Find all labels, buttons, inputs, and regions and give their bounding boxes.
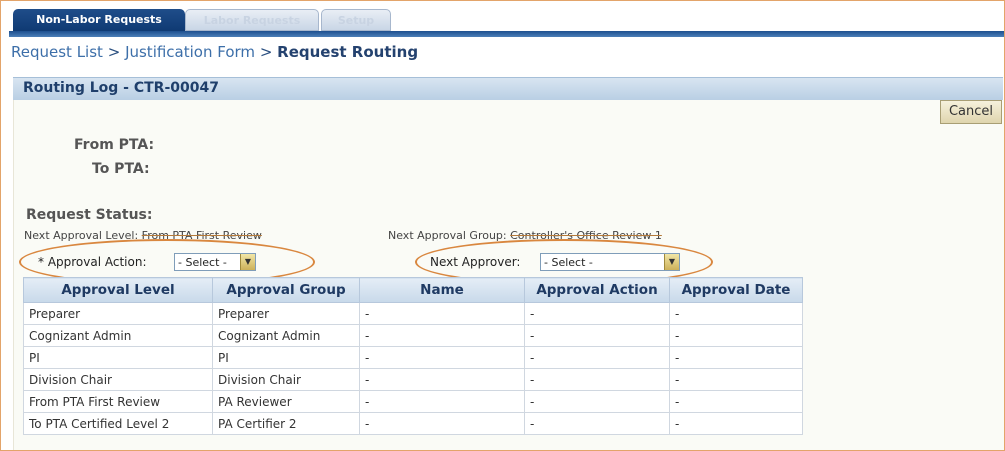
table-row: From PTA First Review PA Reviewer - - - bbox=[23, 390, 803, 413]
to-pta-label: To PTA: bbox=[92, 161, 150, 177]
cell-approval-group: PI bbox=[212, 346, 360, 369]
tab-labor-requests[interactable]: Labor Requests bbox=[185, 9, 319, 31]
breadcrumb: Request List > Justification Form > Requ… bbox=[11, 43, 418, 61]
cell-approval-level: PI bbox=[23, 346, 213, 369]
request-status-label: Request Status: bbox=[26, 207, 153, 223]
from-pta-label: From PTA: bbox=[74, 137, 155, 153]
next-approval-group-label: Next Approval Group: bbox=[388, 229, 507, 242]
cell-approval-level: Division Chair bbox=[23, 368, 213, 391]
cell-name: - bbox=[359, 412, 525, 435]
breadcrumb-separator: > bbox=[107, 43, 121, 61]
cell-approval-action: - bbox=[524, 368, 670, 391]
cell-name: - bbox=[359, 302, 525, 325]
cell-approval-date: - bbox=[669, 324, 803, 347]
breadcrumb-current: Request Routing bbox=[277, 43, 419, 61]
cell-approval-group: Division Chair bbox=[212, 368, 360, 391]
cell-approval-group: Preparer bbox=[212, 302, 360, 325]
breadcrumb-request-list[interactable]: Request List bbox=[11, 43, 103, 61]
col-approval-group: Approval Group bbox=[212, 277, 360, 303]
cell-approval-action: - bbox=[524, 412, 670, 435]
cell-approval-date: - bbox=[669, 346, 803, 369]
table-header-row: Approval Level Approval Group Name Appro… bbox=[23, 277, 803, 303]
cell-approval-level: Cognizant Admin bbox=[23, 324, 213, 347]
cell-approval-action: - bbox=[524, 346, 670, 369]
cell-approval-group: PA Certifier 2 bbox=[212, 412, 360, 435]
cell-approval-level: Preparer bbox=[23, 302, 213, 325]
cell-name: - bbox=[359, 368, 525, 391]
cell-approval-level: From PTA First Review bbox=[23, 390, 213, 413]
breadcrumb-justification-form[interactable]: Justification Form bbox=[125, 43, 255, 61]
table-row: Cognizant Admin Cognizant Admin - - - bbox=[23, 324, 803, 347]
cancel-button[interactable]: Cancel bbox=[940, 100, 1002, 124]
cell-approval-action: - bbox=[524, 302, 670, 325]
tab-setup[interactable]: Setup bbox=[321, 9, 391, 31]
col-approval-level: Approval Level bbox=[23, 277, 213, 303]
cell-approval-level: To PTA Certified Level 2 bbox=[23, 412, 213, 435]
breadcrumb-separator: > bbox=[259, 43, 273, 61]
cell-approval-group: PA Reviewer bbox=[212, 390, 360, 413]
section-header: Routing Log - CTR-00047 bbox=[13, 77, 1003, 100]
col-name: Name bbox=[359, 277, 525, 303]
table-row: Preparer Preparer - - - bbox=[23, 302, 803, 325]
cell-approval-date: - bbox=[669, 302, 803, 325]
cell-approval-action: - bbox=[524, 390, 670, 413]
cell-approval-date: - bbox=[669, 390, 803, 413]
section-title: Routing Log - CTR-00047 bbox=[23, 80, 219, 96]
cell-name: - bbox=[359, 346, 525, 369]
routing-table: Approval Level Approval Group Name Appro… bbox=[23, 277, 803, 435]
cell-name: - bbox=[359, 324, 525, 347]
table-row: To PTA Certified Level 2 PA Certifier 2 … bbox=[23, 412, 803, 435]
col-approval-action: Approval Action bbox=[524, 277, 670, 303]
table-row: PI PI - - - bbox=[23, 346, 803, 369]
tab-non-labor-requests[interactable]: Non-Labor Requests bbox=[13, 9, 185, 31]
cell-approval-date: - bbox=[669, 412, 803, 435]
cell-approval-group: Cognizant Admin bbox=[212, 324, 360, 347]
cell-approval-action: - bbox=[524, 324, 670, 347]
tab-bar: Non-Labor Requests Labor Requests Setup bbox=[9, 7, 999, 31]
cell-name: - bbox=[359, 390, 525, 413]
tab-underline bbox=[9, 31, 1004, 37]
cell-approval-date: - bbox=[669, 368, 803, 391]
app-frame: Non-Labor Requests Labor Requests Setup … bbox=[0, 0, 1005, 451]
col-approval-date: Approval Date bbox=[669, 277, 803, 303]
table-row: Division Chair Division Chair - - - bbox=[23, 368, 803, 391]
